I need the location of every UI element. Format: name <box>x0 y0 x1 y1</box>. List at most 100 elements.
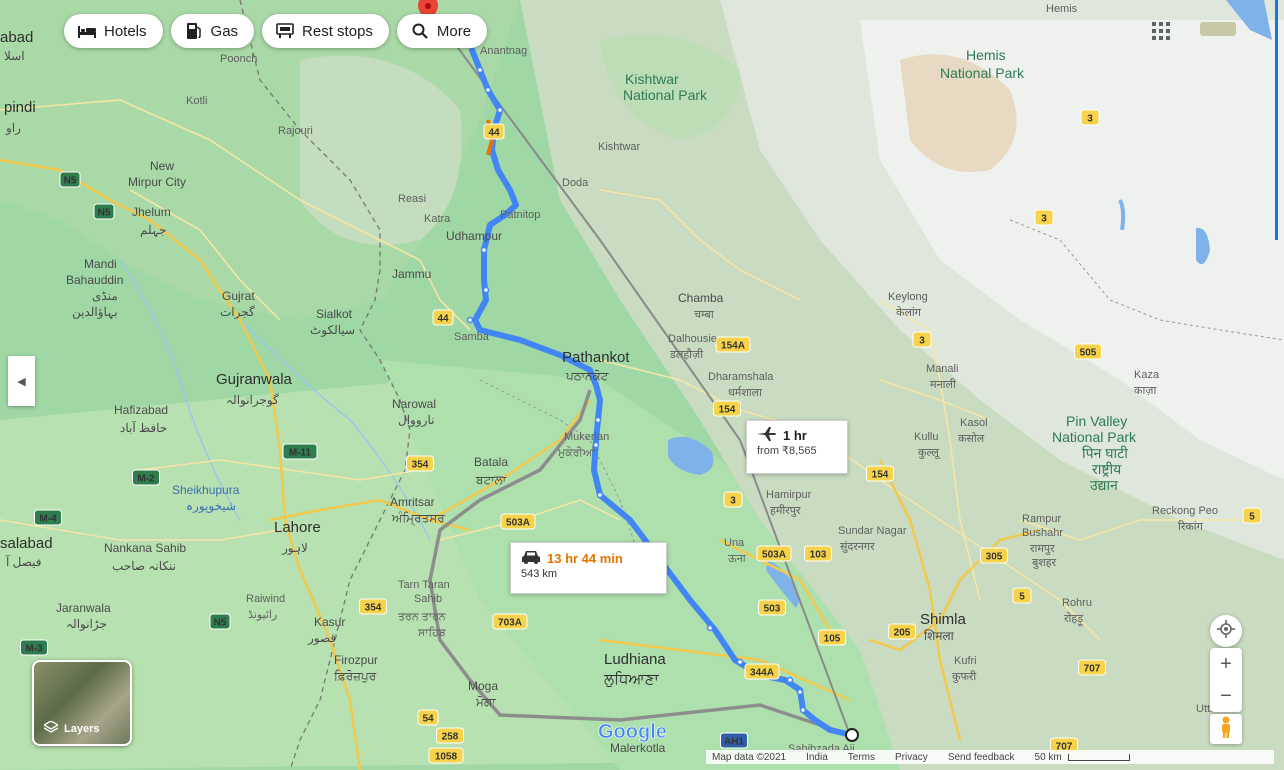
highway-shield-label-35: 154 <box>872 470 889 481</box>
label-udhampur: Udhampur <box>446 229 502 243</box>
scale-bar[interactable]: 50 km <box>1035 752 1130 763</box>
label-pin-valley2: National Park <box>1052 429 1137 445</box>
label-batala: Batala <box>474 455 508 469</box>
zoom-in-button[interactable]: + <box>1210 648 1242 680</box>
zoom-out-button[interactable]: − <box>1210 680 1242 712</box>
label-samba: Samba <box>454 331 490 343</box>
label-tarn-taran: Tarn Taran <box>398 579 450 591</box>
zoom-controls: + − <box>1210 648 1242 712</box>
highway-shield-label-12: 103 <box>810 550 827 561</box>
label-sundar-nagar: Sundar Nagar <box>838 525 907 537</box>
label-mukerian-pa: ਮੁਕੇਰੀਆਂ <box>557 446 596 459</box>
label-amritsar: Amritsar <box>390 495 435 509</box>
rest-stop-icon <box>276 22 294 40</box>
my-location-button[interactable] <box>1210 615 1242 647</box>
rest-stops-chip[interactable]: Rest stops <box>262 14 389 48</box>
label-pin-valley-hi2: राष्ट्रीय <box>1092 461 1122 477</box>
chevron-left-icon: ◀ <box>17 375 26 388</box>
label-nankana: Nankana Sahib <box>104 541 186 555</box>
label-kaza-hi: काज़ा <box>1134 385 1156 397</box>
scale-label: 50 km <box>1034 751 1062 763</box>
label-moga-pa: ਮੋਗਾ <box>475 695 496 709</box>
layers-button[interactable]: Layers <box>32 660 132 746</box>
label-dalhousie-hi: डलहौज़ी <box>669 348 703 361</box>
label-kullu-hi: कुल्लू <box>918 447 941 460</box>
label-una: Una <box>724 537 745 549</box>
label-mandi: Mandi <box>84 257 117 271</box>
region-link[interactable]: India <box>806 752 828 763</box>
highway-shield-label-1: 44 <box>437 314 449 325</box>
label-ludhiana: Ludhiana <box>604 651 666 668</box>
label-shimla-hi: शिमला <box>924 629 955 643</box>
label-kishtwar: Kishtwar <box>598 141 641 153</box>
driving-route-card[interactable]: 13 hr 44 min 543 km <box>510 542 667 594</box>
highway-shield-label-17: 344A <box>750 668 774 679</box>
label-rampur: Rampur <box>1022 513 1061 525</box>
highway-shield-label-11: 503A <box>762 550 786 561</box>
label-kasol: Kasol <box>960 417 988 429</box>
label-gujrat: Gujrat <box>222 289 255 303</box>
label-jhelum: Jhelum <box>132 205 171 219</box>
privacy-link[interactable]: Privacy <box>895 752 928 763</box>
terms-link[interactable]: Terms <box>848 752 875 763</box>
highway-shield-label-7: 3 <box>919 336 925 347</box>
filter-chips: Hotels Gas Rest stops More <box>64 14 488 48</box>
label-manali-hi: मनाली <box>930 378 956 391</box>
label-hafizabad: Hafizabad <box>114 403 168 417</box>
label-rampur-hi: रामपुर <box>1030 543 1055 555</box>
label-jhelum-ur: جہلم <box>140 223 166 237</box>
send-feedback-link[interactable]: Send feedback <box>948 752 1015 763</box>
label-chamba-hi: चम्बा <box>694 309 714 321</box>
label-firozpur: Firozpur <box>334 653 378 667</box>
label-dalhousie: Dalhousie <box>668 333 717 345</box>
label-chamba: Chamba <box>678 291 724 305</box>
label-islamabad-ur: اسلا <box>4 49 25 63</box>
label-jammu: Jammu <box>392 267 431 281</box>
map-canvas[interactable]: 44 44 3 3 154A 154 505 3 3 105 503 503A 103 305 5 5 205 3… <box>0 0 1284 770</box>
more-chip[interactable]: More <box>396 14 488 48</box>
collapse-panel-button[interactable]: ◀ <box>8 356 35 406</box>
label-kaza: Kaza <box>1134 369 1160 381</box>
label-kotli: Kotli <box>186 95 207 107</box>
label-kufri: Kufri <box>954 655 977 667</box>
highway-shield-label-22: 54 <box>422 714 434 725</box>
label-hemis: Hemis <box>1046 3 1078 15</box>
highway-shield-label-8: 3 <box>730 496 736 507</box>
label-mandi-ur: منڈی <box>92 289 118 303</box>
label-islamabad: abad <box>0 29 33 46</box>
gas-chip[interactable]: Gas <box>170 14 255 48</box>
label-hemis-np: Hemis <box>966 47 1006 63</box>
label-gujrat-ur: گجرات <box>220 305 255 319</box>
label-raiwind: Raiwind <box>246 593 285 605</box>
label-dharamshala: Dharamshala <box>708 371 774 383</box>
origin-marker[interactable] <box>845 728 859 742</box>
highway-shield-label-20: 703A <box>498 618 522 629</box>
hotels-chip[interactable]: Hotels <box>64 14 163 48</box>
label-gujranwala: Gujranwala <box>216 371 293 388</box>
map-data-credit: Map data ©2021 <box>712 751 787 763</box>
apps-grid-icon[interactable] <box>1152 22 1170 40</box>
highway-shield-label-2: 3 <box>1087 114 1093 125</box>
street-view-button[interactable] <box>1210 714 1242 744</box>
highway-shield-label-5: 154 <box>719 405 736 416</box>
flight-card[interactable]: 1 hr from ₹8,565 <box>746 420 848 474</box>
highway-shield-label-32: N5 <box>64 176 77 187</box>
label-faisalabad: salabad <box>0 535 53 552</box>
label-doda: Doda <box>562 177 589 189</box>
highway-shield-label-24: 1058 <box>435 752 458 763</box>
label-pin-valley-hi3: उद्यान <box>1090 477 1118 493</box>
account-avatar[interactable] <box>1200 22 1236 36</box>
layers-icon <box>42 720 60 736</box>
label-lahore-ur: لاہور <box>281 541 308 555</box>
label-pin-valley-hi: पिन घाटी <box>1082 445 1128 461</box>
google-logo: Google <box>598 721 667 743</box>
label-kasur: Kasur <box>314 615 345 629</box>
rest-stops-label: Rest stops <box>302 22 373 40</box>
label-poonch: Poonch <box>220 53 257 65</box>
label-tarn-taran-pa2: ਸਾਹਿਬ <box>417 626 446 639</box>
highway-shield-label-10: 503 <box>764 604 781 615</box>
label-bahauddin: Bahauddin <box>66 273 123 287</box>
label-sundar-nagar-hi: सुंदरनगर <box>840 540 875 553</box>
label-mirpur-city: Mirpur City <box>128 175 186 189</box>
highway-shield-label-4: 154A <box>721 341 745 352</box>
